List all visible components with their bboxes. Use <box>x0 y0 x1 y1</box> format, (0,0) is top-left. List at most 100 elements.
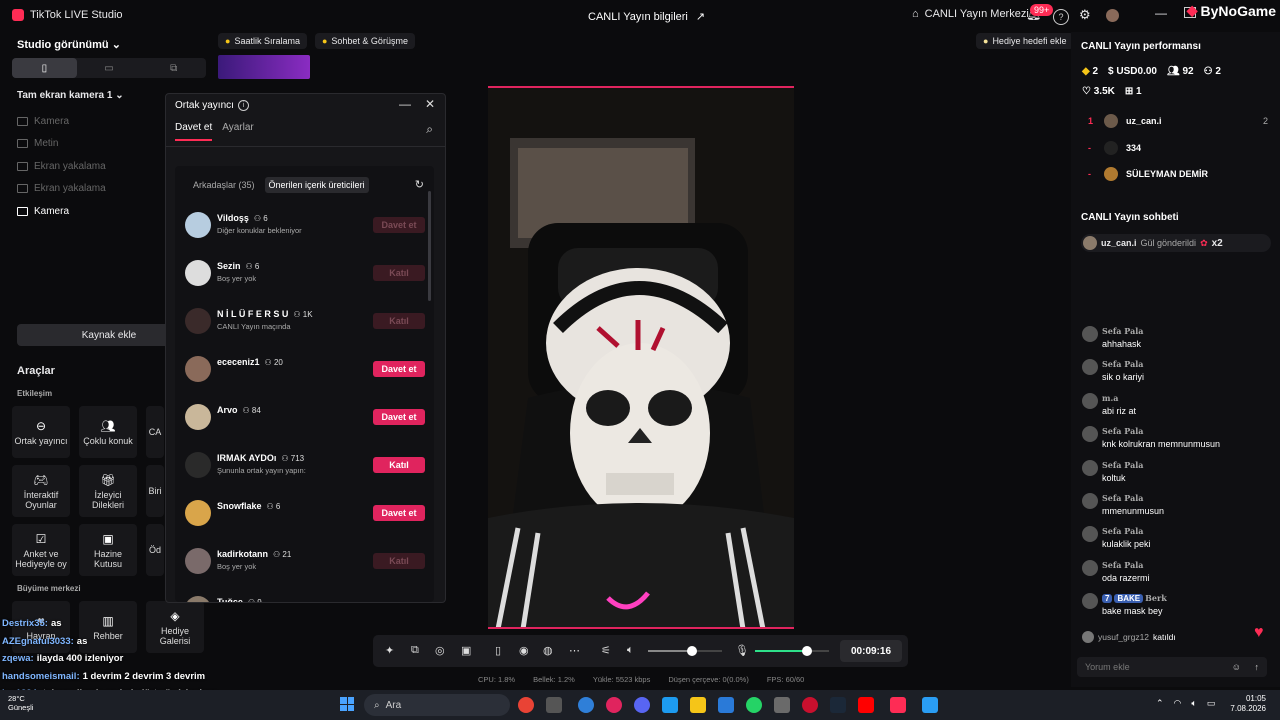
join-button[interactable]: Katıl <box>373 313 425 329</box>
studio-view-dropdown[interactable]: Studio görünümü ⌄ <box>17 38 121 51</box>
volume-icon[interactable]: 🔈︎ <box>1191 698 1196 709</box>
source-item[interactable]: Kamera <box>17 110 106 133</box>
join-button[interactable]: Katıl <box>373 265 425 281</box>
app-icon[interactable] <box>802 697 818 713</box>
refresh-icon[interactable]: ↻ <box>415 178 424 191</box>
volume-knob[interactable] <box>687 646 698 656</box>
tool-cut[interactable]: CA <box>146 406 164 458</box>
tool-cut[interactable]: Biri <box>146 465 164 517</box>
heart-icon[interactable]: ♥ <box>1254 624 1264 642</box>
clock[interactable]: 01:05 7.08.2026 <box>1230 694 1266 714</box>
chat-message[interactable]: Sefa Pala knk kolrukran memnunmusun <box>1082 425 1270 458</box>
scene-dropdown[interactable]: Tam ekran kamera 1 ⌄ <box>17 90 124 101</box>
effects-icon[interactable]: ⧉ <box>411 644 419 657</box>
weather-widget[interactable]: 28°C Güneşli <box>8 694 33 712</box>
folder-icon[interactable] <box>690 697 706 713</box>
ai-icon[interactable]: ◎ <box>435 644 445 657</box>
hourly-ranking-chip[interactable]: ● Saatlik Sıralama <box>218 33 307 49</box>
edge-icon[interactable] <box>578 697 594 713</box>
more-icon[interactable]: ⋯ <box>569 644 580 657</box>
steam-icon[interactable] <box>830 697 846 713</box>
source-item[interactable]: Kamera <box>17 200 106 223</box>
camera-settings-icon[interactable]: ◍ <box>543 644 553 657</box>
tool-poll[interactable]: ☑ Anket ve Hediyeyle oy <box>12 524 70 576</box>
tab-suggested[interactable]: Önerilen içerik üreticileri <box>264 177 369 193</box>
search-icon[interactable]: ⌕ <box>426 122 433 137</box>
app-icon[interactable] <box>718 697 734 713</box>
portrait-layout-button[interactable]: ▯ <box>12 58 77 78</box>
tool-treasure[interactable]: ▣ Hazine Kutusu <box>79 524 137 576</box>
minimize-icon[interactable]: — <box>399 97 411 111</box>
join-button[interactable]: Katıl <box>373 457 425 473</box>
chat-message[interactable]: 7 BAKE Berk bake mask bey <box>1082 592 1270 625</box>
close-icon[interactable]: ✕ <box>425 97 435 111</box>
record-icon[interactable]: ◉ <box>519 644 529 657</box>
screen-icon[interactable]: ▣ <box>461 644 471 657</box>
app-icon[interactable] <box>774 697 790 713</box>
live-center-button[interactable]: ⌂ CANLI Yayın Merkezi <box>912 8 1029 20</box>
invite-button[interactable]: Davet et <box>373 361 425 377</box>
source-item[interactable]: Metin <box>17 133 106 156</box>
live-info-button[interactable]: CANLI Yayın bilgileri ↗ <box>588 10 705 24</box>
tab-invite[interactable]: Davet et <box>175 122 213 141</box>
ranking-item[interactable]: - SÜLEYMAN DEMİR <box>1088 165 1268 183</box>
ranking-item[interactable]: - 334 <box>1088 139 1268 157</box>
avatar[interactable] <box>1106 9 1119 22</box>
battery-icon[interactable]: ▭ <box>1207 698 1216 709</box>
chrome-icon[interactable] <box>518 697 534 713</box>
tool-multiguest[interactable]: 👥︎ Çoklu konuk <box>79 406 137 458</box>
emoji-icon[interactable]: ☺ <box>1232 662 1241 672</box>
chat-message[interactable]: Sefa Pala sik o kariyi <box>1082 358 1270 391</box>
chat-message[interactable]: m.a abi riz at <box>1082 392 1270 425</box>
chat-message[interactable]: Sefa Pala mmenunmusun <box>1082 492 1270 525</box>
tool-cohost[interactable]: ⊖ Ortak yayıncı <box>12 406 70 458</box>
microphone-icon[interactable]: 🎙︎ <box>735 644 749 657</box>
chat-meeting-chip[interactable]: ● Sohbet & Görüşme <box>314 33 415 49</box>
magic-wand-icon[interactable]: ✦ <box>385 644 394 657</box>
tiktok-icon[interactable] <box>890 697 906 713</box>
tool-games[interactable]: 🎮︎ İnteraktif Oyunlar <box>12 465 70 517</box>
split-layout-button[interactable]: ⧉ <box>141 58 206 78</box>
taskview-icon[interactable] <box>546 697 562 713</box>
help-icon[interactable]: ? <box>1053 9 1069 25</box>
chat-message[interactable]: Sefa Pala ahhahask <box>1082 325 1270 358</box>
source-item[interactable]: Ekran yakalama <box>17 178 106 201</box>
chat-message[interactable]: Sefa Pala koltuk <box>1082 459 1270 492</box>
youtube-icon[interactable] <box>858 697 874 713</box>
landscape-layout-button[interactable]: ▭ <box>77 58 142 78</box>
comment-input[interactable]: Yorum ekle ☺ ↑ <box>1077 657 1267 677</box>
chat-message[interactable]: Sefa Pala kulaklik peki <box>1082 525 1270 558</box>
mic-slider[interactable] <box>755 650 829 652</box>
wifi-icon[interactable]: ◠ <box>1174 698 1182 709</box>
gift-goal-button[interactable]: ● Hediye hedefi ekle <box>976 33 1074 49</box>
chat-message[interactable]: Sefa Pala oda razermi <box>1082 559 1270 592</box>
discord-icon[interactable] <box>634 697 650 713</box>
tab-friends[interactable]: Arkadaşlar (35) <box>189 177 259 193</box>
start-icon[interactable] <box>340 697 354 711</box>
chevron-up-icon[interactable]: ⌃ <box>1156 698 1164 709</box>
speaker-icon[interactable]: 🔈︎ <box>627 644 634 657</box>
taskbar-search[interactable]: ⌕ Ara <box>364 694 510 716</box>
tool-cut[interactable]: Öd <box>146 524 164 576</box>
sliders-icon[interactable]: ⚟ <box>601 644 611 657</box>
ranking-item[interactable]: 1 uz_can.i 2 <box>1088 112 1268 130</box>
source-item[interactable]: Ekran yakalama <box>17 155 106 178</box>
invite-button[interactable]: Davet et <box>373 409 425 425</box>
minimize-icon[interactable]: — <box>1155 6 1167 20</box>
info-icon[interactable]: i <box>237 100 249 111</box>
portrait-icon[interactable]: ▯ <box>495 644 501 657</box>
scrollbar[interactable] <box>428 191 431 301</box>
invite-button[interactable]: Davet et <box>373 505 425 521</box>
gear-icon[interactable]: ⚙ <box>1079 7 1091 23</box>
mail-icon[interactable] <box>662 697 678 713</box>
send-icon[interactable]: ↑ <box>1255 662 1260 672</box>
invite-button[interactable]: Davet et <box>373 217 425 233</box>
opera-icon[interactable] <box>606 697 622 713</box>
join-button[interactable]: Katıl <box>373 553 425 569</box>
tool-wishes[interactable]: 🎁︎ İzleyici Dilekleri <box>79 465 137 517</box>
promo-banner[interactable] <box>218 55 310 79</box>
tab-settings[interactable]: Ayarlar <box>222 122 254 141</box>
whatsapp-icon[interactable] <box>746 697 762 713</box>
app-icon[interactable] <box>922 697 938 713</box>
volume-slider[interactable] <box>648 650 722 652</box>
